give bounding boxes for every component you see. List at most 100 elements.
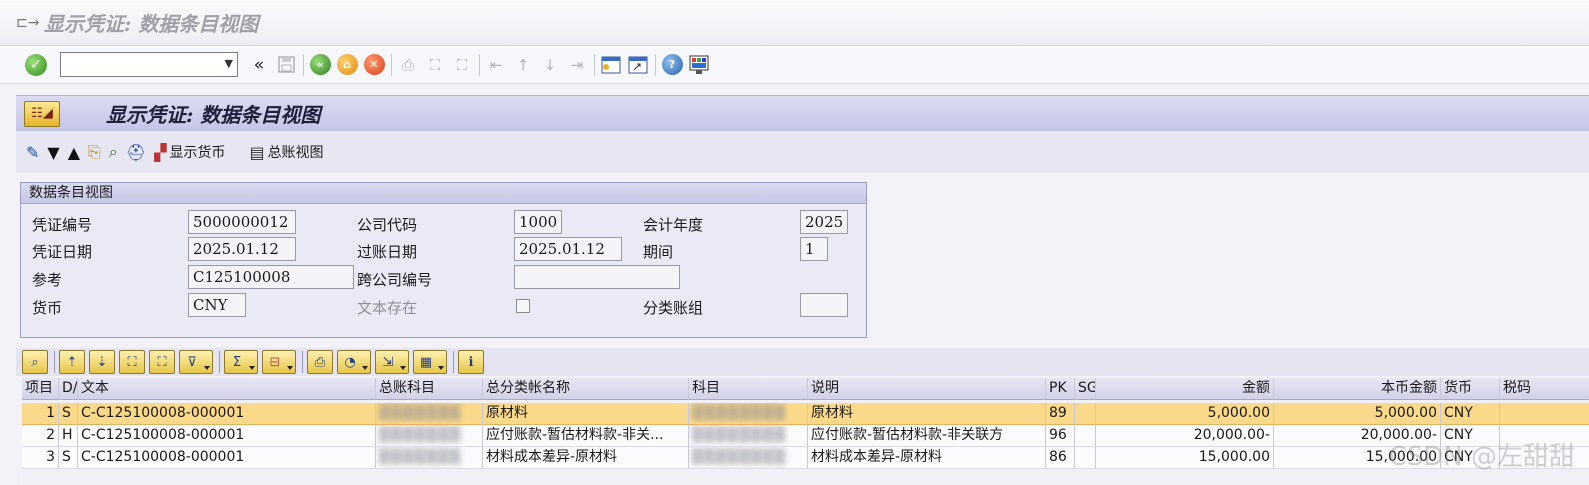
views-icon[interactable]: ◔ xyxy=(337,350,371,374)
find-next-icon[interactable]: ⛶ xyxy=(451,54,473,76)
print-icon[interactable]: ⎙ xyxy=(307,350,333,374)
currency-icon: ▞ xyxy=(154,142,167,162)
display-document-icon[interactable]: ⌕ xyxy=(109,142,118,162)
back-icon[interactable]: « xyxy=(309,54,331,76)
col-header[interactable]: 总分类帐名称 xyxy=(483,378,689,400)
prev-page-icon[interactable]: ↑ xyxy=(512,54,534,76)
col-header[interactable]: 说明 xyxy=(808,378,1046,400)
filter-icon[interactable]: ⊽ xyxy=(179,350,213,374)
col-header[interactable]: SG xyxy=(1075,378,1096,400)
triangle-up-icon[interactable]: ▲ xyxy=(68,143,80,162)
col-header[interactable]: 货币 xyxy=(1441,378,1500,400)
command-input[interactable] xyxy=(61,53,211,75)
table-row[interactable]: 3 S C-C125100008-000001 ▒▒▒▒▒▒▒ 材料成本差异-原… xyxy=(22,447,1589,469)
pk-cell: 96 xyxy=(1046,425,1075,447)
cancel-icon[interactable]: ✕ xyxy=(363,54,385,76)
col-header[interactable]: 税码 xyxy=(1500,378,1589,400)
col-header[interactable]: 总账科目 xyxy=(376,378,483,400)
table-row[interactable]: 2 H C-C125100008-000001 ▒▒▒▒▒▒▒ 应付账款-暂估材… xyxy=(22,425,1589,447)
table-row[interactable]: 1 S C-C125100008-000001 ▒▒▒▒▒▒▒ 原材料 ▒▒▒▒… xyxy=(22,403,1589,425)
toolbar-separator xyxy=(54,351,55,373)
subtotal-icon[interactable]: ⊟ xyxy=(262,350,296,374)
col-header[interactable]: D/ xyxy=(59,378,78,400)
display-currency-button[interactable]: ▞ 显示货币 xyxy=(154,142,225,162)
find-icon[interactable]: ⛶ xyxy=(119,350,145,374)
information-icon[interactable]: ℹ xyxy=(458,350,484,374)
local-amount-cell: 5,000.00 xyxy=(1274,403,1441,425)
copy-icon[interactable]: ⎘ xyxy=(88,142,101,162)
sg-cell xyxy=(1075,425,1096,447)
first-page-icon[interactable]: ⇤ xyxy=(485,54,507,76)
enter-icon[interactable]: ✓ xyxy=(25,53,47,76)
reference-label: 参考 xyxy=(32,271,63,289)
text-exists-checkbox[interactable] xyxy=(516,299,530,313)
gl-name-cell: 原材料 xyxy=(483,403,689,425)
choose-icon[interactable]: ✎ xyxy=(26,143,39,162)
col-header[interactable]: PK xyxy=(1046,378,1075,400)
hat-icon[interactable]: ⛑ xyxy=(126,143,146,162)
fiscal-year-field[interactable]: 2025 xyxy=(800,210,848,234)
amount-cell: 15,000.00 xyxy=(1096,447,1274,469)
posting-date-field[interactable]: 2025.01.12 xyxy=(514,237,622,261)
gl-account-cell[interactable]: ▒▒▒▒▒▒▒ xyxy=(376,403,483,425)
sort-ascending-icon[interactable]: ⇡ xyxy=(59,350,85,374)
export-icon[interactable]: ⇲ xyxy=(375,350,409,374)
command-field[interactable]: ▼ xyxy=(60,52,238,77)
layout-icon[interactable]: ▦ xyxy=(413,350,447,374)
triangle-down-icon[interactable]: ▼ xyxy=(47,143,59,162)
gl-account-cell[interactable]: ▒▒▒▒▒▒▒ xyxy=(376,425,483,447)
company-code-label: 公司代码 xyxy=(357,216,418,234)
text-cell: C-C125100008-000001 xyxy=(78,403,376,425)
description-cell: 材料成本差异-原材料 xyxy=(808,447,1046,469)
sum-icon[interactable]: Σ xyxy=(224,350,258,374)
line-items-table: 项目 D/ 文本 总账科目 总分类帐名称 科目 说明 PK SG 金额 本币金额… xyxy=(22,378,1589,485)
watermark: CSDN @左甜甜 xyxy=(1388,442,1575,472)
account-cell[interactable]: ▒▒▒▒▒▒▒▒ xyxy=(689,425,808,447)
description-cell: 应付账款-暂估材料款-非关联方 xyxy=(808,425,1046,447)
last-page-icon[interactable]: ⇥ xyxy=(566,54,588,76)
ledger-view-button[interactable]: ▤ 总账视图 xyxy=(249,142,323,162)
period-field[interactable]: 1 xyxy=(800,237,828,261)
system-toolbar: ✓ ▼ « « ⌂ ✕ ⎙ ⛶ ⛶ ⇤ ↑ ↓ ⇥ ? xyxy=(0,46,1589,84)
account-cell[interactable]: ▒▒▒▒▒▒▒▒ xyxy=(689,403,808,425)
intercompany-field[interactable] xyxy=(514,265,680,289)
account-cell[interactable]: ▒▒▒▒▒▒▒▒ xyxy=(689,447,808,469)
dc-cell: S xyxy=(59,447,78,469)
details-icon[interactable]: ⌕ xyxy=(22,350,48,374)
company-code-field[interactable]: 1000 xyxy=(514,210,562,234)
doc-number-field[interactable]: 5000000012 xyxy=(188,210,296,234)
exit-arrow-icon[interactable]: ⊏→ xyxy=(16,15,39,31)
col-header[interactable]: 文本 xyxy=(78,378,376,400)
print-icon[interactable]: ⎙ xyxy=(397,54,419,76)
col-header[interactable]: 项目 xyxy=(22,378,59,400)
toolbar-separator xyxy=(655,53,656,76)
data-entry-view-group: 数据条目视图 凭证编号 5000000012 公司代码 1000 会计年度 20… xyxy=(20,182,867,338)
double-chevron-left-icon[interactable]: « xyxy=(248,54,270,76)
ledger-group-field[interactable] xyxy=(800,293,848,317)
fiscal-year-label: 会计年度 xyxy=(643,216,704,234)
exit-icon[interactable]: ⌂ xyxy=(336,54,358,76)
item-cell: 2 xyxy=(22,425,59,447)
menu-icon[interactable]: ☷◢ xyxy=(24,100,60,127)
help-icon[interactable]: ? xyxy=(661,54,683,76)
chevron-down-icon[interactable]: ▼ xyxy=(225,57,233,70)
col-header[interactable]: 科目 xyxy=(689,378,808,400)
text-cell: C-C125100008-000001 xyxy=(78,447,376,469)
shortcut-icon[interactable] xyxy=(627,54,649,76)
col-header[interactable]: 本币金额 xyxy=(1274,378,1441,400)
find-next-icon[interactable]: ⛶ xyxy=(149,350,175,374)
amount-cell: 5,000.00 xyxy=(1096,403,1274,425)
new-session-icon[interactable] xyxy=(600,54,622,76)
currency-field[interactable]: CNY xyxy=(188,293,246,317)
col-header[interactable]: 金额 xyxy=(1096,378,1274,400)
next-page-icon[interactable]: ↓ xyxy=(539,54,561,76)
gl-account-cell[interactable]: ▒▒▒▒▒▒▒ xyxy=(376,447,483,469)
reference-field[interactable]: C125100008 xyxy=(188,265,354,289)
save-icon[interactable] xyxy=(275,54,297,76)
customize-layout-icon[interactable] xyxy=(688,54,710,76)
doc-date-field[interactable]: 2025.01.12 xyxy=(188,237,296,261)
gl-name-cell: 应付账款-暂估材料款-非关... xyxy=(483,425,689,447)
toolbar-separator xyxy=(219,351,220,373)
sort-descending-icon[interactable]: ⇣ xyxy=(89,350,115,374)
find-icon[interactable]: ⛶ xyxy=(424,54,446,76)
